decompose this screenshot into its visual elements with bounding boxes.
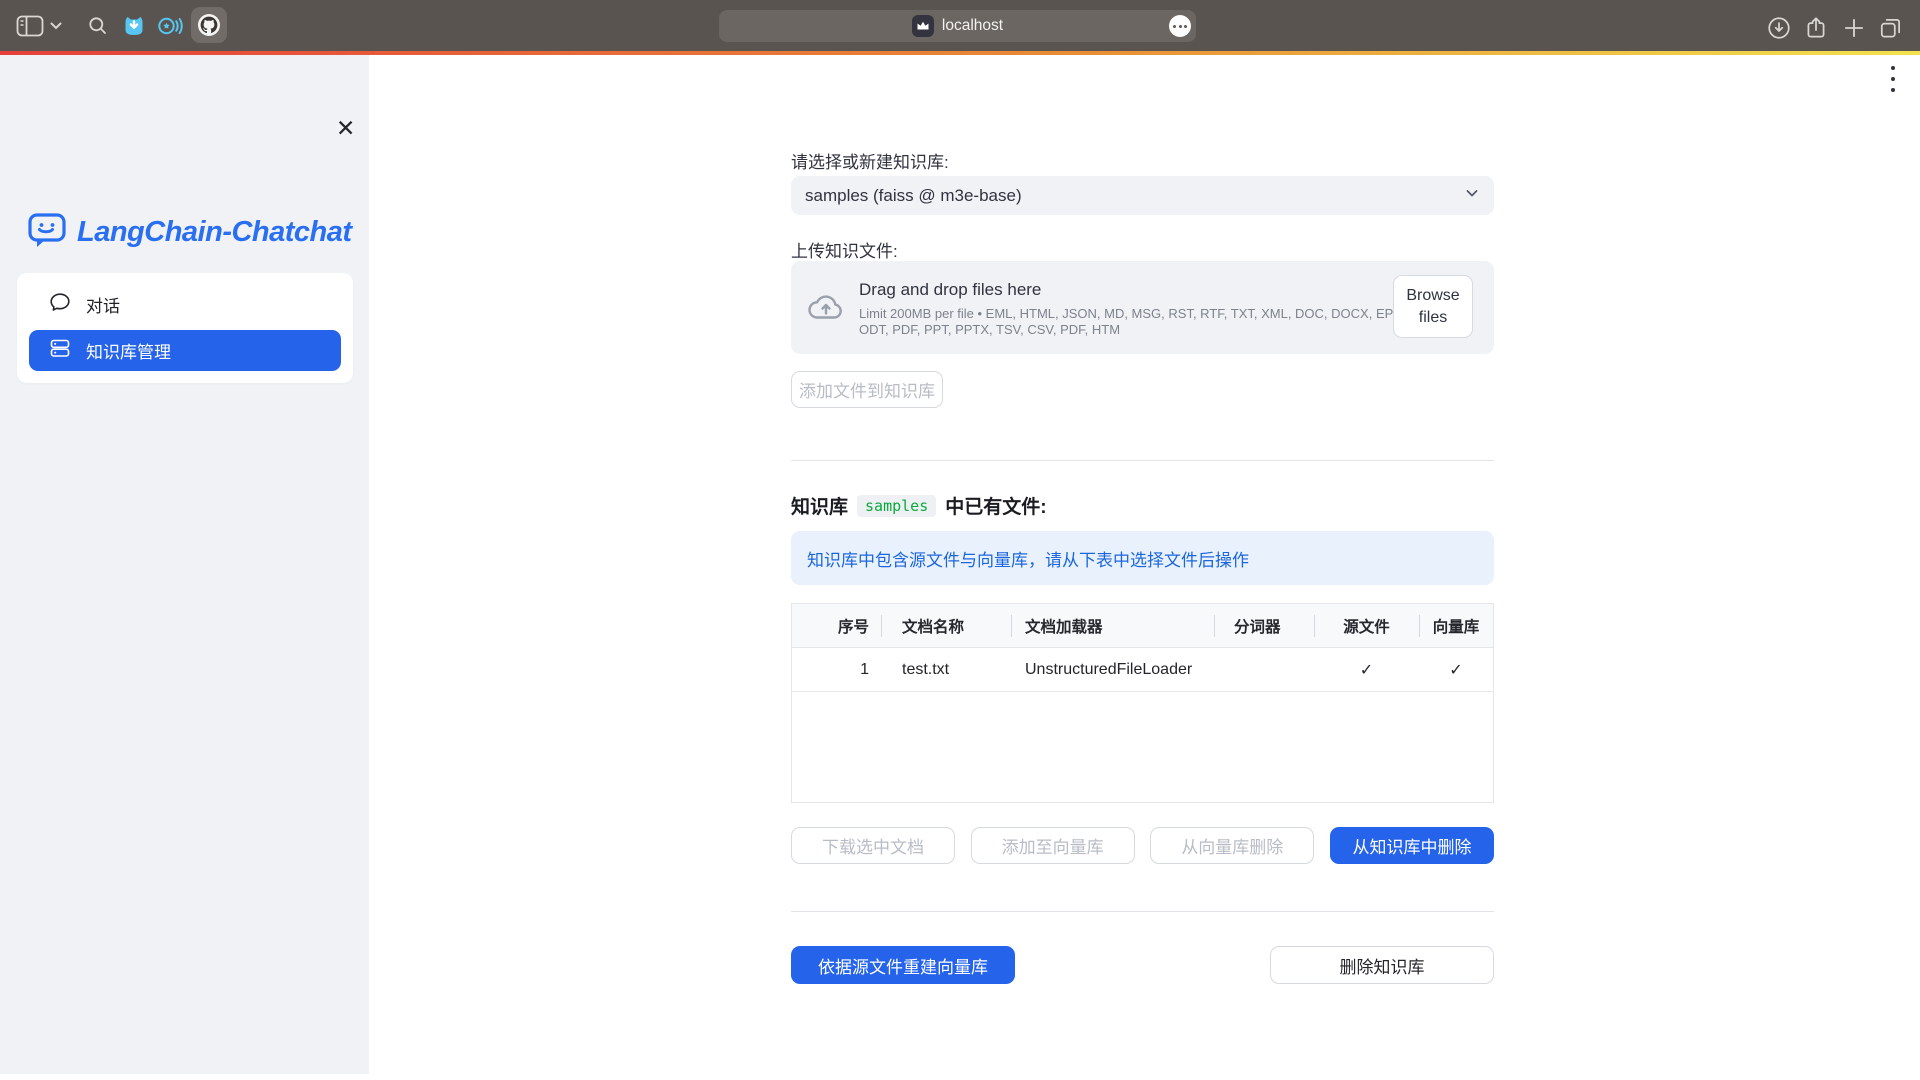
kb-select[interactable]: samples (faiss @ m3e-base)	[791, 176, 1494, 215]
address-text: localhost	[942, 17, 1003, 35]
sidebar-close-icon[interactable]: ✕	[336, 117, 355, 140]
heading-suffix: 中已有文件:	[945, 492, 1046, 519]
radar-rings-extension-icon[interactable]	[156, 14, 184, 38]
col-header-doc-name: 文档名称	[881, 604, 1011, 647]
delete-from-kb-button[interactable]: 从知识库中删除	[1330, 827, 1494, 864]
divider	[791, 911, 1494, 912]
sidebar: ✕ LangChain-Chatchat 对话	[0, 55, 369, 1074]
sidebar-nav: 对话 知识库管理	[17, 273, 353, 383]
chevron-down-icon	[1464, 185, 1480, 206]
col-header-loader: 文档加载器	[1011, 604, 1214, 647]
files-table: 序号 文档名称 文档加载器 分词器 源文件 向量库 1 test.txt Uns…	[791, 603, 1494, 803]
tab-overview-icon[interactable]	[1878, 15, 1904, 41]
table-row[interactable]: 1 test.txt UnstructuredFileLoader ✓ ✓	[792, 648, 1493, 692]
divider	[791, 460, 1494, 461]
sidebar-item-knowledge-base[interactable]: 知识库管理	[29, 330, 341, 371]
dropzone-title: Drag and drop files here	[859, 280, 1041, 300]
col-header-source-file: 源文件	[1314, 604, 1419, 647]
file-dropzone[interactable]: Drag and drop files here Limit 200MB per…	[791, 261, 1494, 354]
download-selected-button[interactable]: 下载选中文档	[791, 827, 955, 864]
kb-name-code: samples	[857, 495, 936, 517]
browser-toolbar: localhost	[0, 0, 1920, 51]
site-favicon	[912, 15, 934, 37]
chevron-down-icon[interactable]	[50, 22, 62, 30]
dropzone-limit-text: Limit 200MB per file • EML, HTML, JSON, …	[859, 306, 1415, 338]
sidebar-bottom-strip	[0, 1074, 369, 1080]
cell-index: 1	[792, 648, 881, 691]
cloud-upload-icon	[807, 292, 845, 328]
chat-icon	[49, 291, 71, 318]
app-logo: LangChain-Chatchat	[28, 212, 352, 253]
rebuild-vector-store-button[interactable]: 依据源文件重建向量库	[791, 946, 1015, 984]
remove-from-vector-store-button[interactable]: 从向量库删除	[1150, 827, 1314, 864]
info-banner: 知识库中包含源文件与向量库，请从下表中选择文件后操作	[791, 531, 1494, 585]
kb-select-value: samples (faiss @ m3e-base)	[805, 186, 1464, 206]
col-header-splitter: 分词器	[1214, 604, 1314, 647]
sidebar-item-label: 知识库管理	[86, 338, 171, 363]
database-icon	[49, 337, 71, 364]
app-menu-icon[interactable]	[1886, 66, 1900, 92]
cell-splitter	[1214, 648, 1314, 691]
search-icon[interactable]	[88, 16, 108, 36]
dropzone-limit-line1: Limit 200MB per file • EML, HTML, JSON, …	[859, 306, 1415, 322]
files-section-heading: 知识库 samples 中已有文件:	[791, 492, 1047, 519]
upload-label: 上传知识文件:	[791, 237, 898, 262]
cell-doc-name: test.txt	[881, 648, 1011, 691]
delete-kb-button[interactable]: 删除知识库	[1270, 946, 1494, 984]
downloads-icon[interactable]	[1766, 15, 1792, 41]
table-header-row: 序号 文档名称 文档加载器 分词器 源文件 向量库	[792, 604, 1493, 648]
dropzone-limit-line2: ODT, PDF, PPT, PPTX, TSV, CSV, PDF, HTM	[859, 322, 1415, 338]
browse-files-button[interactable]: Browse files	[1393, 275, 1473, 338]
new-tab-icon[interactable]	[1841, 15, 1867, 41]
app-logo-text: LangChain-Chatchat	[77, 216, 352, 249]
add-to-vector-store-button[interactable]: 添加至向量库	[971, 827, 1135, 864]
sidebar-item-dialogue[interactable]: 对话	[29, 284, 341, 325]
heading-prefix: 知识库	[791, 492, 848, 519]
sidebar-item-label: 对话	[86, 292, 120, 317]
col-header-vector-store: 向量库	[1419, 604, 1493, 647]
page-options-icon[interactable]	[1169, 15, 1191, 37]
chat-bubble-logo-icon	[28, 212, 66, 253]
share-icon[interactable]	[1803, 15, 1829, 41]
sidebar-toggle-icon[interactable]	[16, 15, 44, 37]
col-header-index: 序号	[792, 604, 881, 647]
github-extension-icon[interactable]	[191, 7, 227, 43]
cell-source-file-check: ✓	[1314, 648, 1419, 691]
info-text: 知识库中包含源文件与向量库，请从下表中选择文件后操作	[807, 546, 1249, 571]
cat-download-extension-icon[interactable]	[122, 14, 146, 38]
kb-select-label: 请选择或新建知识库:	[791, 148, 949, 173]
cell-loader: UnstructuredFileLoader	[1011, 648, 1214, 691]
add-files-to-kb-button[interactable]: 添加文件到知识库	[791, 371, 943, 408]
address-bar[interactable]: localhost	[719, 10, 1196, 42]
cell-vector-store-check: ✓	[1419, 648, 1493, 691]
row-actions: 下载选中文档 添加至向量库 从向量库删除 从知识库中删除	[791, 827, 1494, 864]
